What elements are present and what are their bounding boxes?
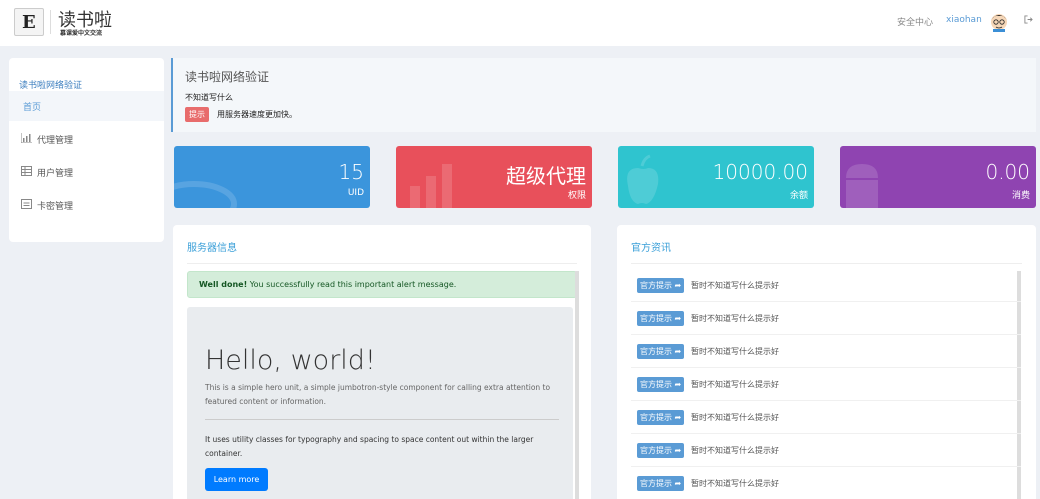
news-panel: 官方资讯 官方提示 ➦ 暂时不知道写什么提示好 官方提示 ➦ 暂时不知道写什么提示好…	[617, 225, 1036, 499]
sidebar-item-users[interactable]: 用户管理	[9, 157, 164, 187]
notice-title: 读书啦网络验证	[185, 70, 270, 84]
server-info-panel: 服务器信息 Well done! You successfully read t…	[173, 225, 591, 499]
jumbo-heading: Hello, world!	[205, 345, 376, 376]
logo-letter: E	[22, 12, 36, 33]
bar-chart-icon	[21, 133, 32, 143]
avatar[interactable]	[988, 10, 1010, 32]
news-text: 暂时不知道写什么提示好	[691, 413, 779, 422]
stat-card-balance: 10000.00 余额	[618, 146, 814, 208]
stat-label: 余额	[789, 191, 808, 201]
sidebar-item-cards[interactable]: 卡密管理	[9, 190, 164, 220]
news-tag: 官方提示 ➦	[637, 278, 685, 293]
stat-card-uid: 15 UID	[174, 146, 370, 208]
jumbo-divider	[205, 419, 559, 420]
news-item[interactable]: 官方提示 ➦ 暂时不知道写什么提示好	[631, 467, 1021, 499]
table-icon	[21, 166, 32, 176]
stat-value: 10000.00	[712, 160, 808, 184]
news-text: 暂时不知道写什么提示好	[691, 281, 779, 290]
sidebar-title: 读书啦网络验证	[19, 81, 83, 91]
notice-banner: 读书啦网络验证 不知道写什么 提示 用服务器速度更加快。	[171, 58, 1036, 132]
notice-line: 不知道写什么	[185, 93, 233, 102]
news-tag: 官方提示 ➦	[637, 377, 685, 392]
top-header: E 读书啦 慕课爱中文交流 安全中心 xiaohan	[0, 0, 1040, 46]
panel-divider	[187, 263, 577, 264]
learn-more-button[interactable]: Learn more	[205, 468, 268, 491]
jumbotron: Hello, world! This is a simple hero unit…	[187, 307, 573, 499]
news-tag: 官方提示 ➦	[637, 443, 685, 458]
sidebar-item-proxy[interactable]: 代理管理	[9, 124, 164, 154]
sidebar-item-label: 卡密管理	[37, 202, 74, 212]
notice-tag: 提示	[185, 107, 209, 122]
alert-strong: Well done!	[199, 280, 248, 289]
scrollbar[interactable]	[575, 271, 579, 499]
panel-title: 官方资讯	[631, 243, 671, 254]
news-text: 暂时不知道写什么提示好	[691, 380, 779, 389]
stat-label: 消费	[1011, 191, 1030, 201]
alert-text: You successfully read this important ale…	[247, 280, 457, 289]
jumbo-lead: This is a simple hero unit, a simple jum…	[205, 383, 551, 406]
news-item[interactable]: 官方提示 ➦ 暂时不知道写什么提示好	[631, 335, 1021, 368]
stat-card-spend: 0.00 消费	[840, 146, 1036, 208]
stat-value: 0.00	[985, 160, 1030, 184]
notice-text: 用服务器速度更加快。	[217, 110, 297, 119]
news-item[interactable]: 官方提示 ➦ 暂时不知道写什么提示好	[631, 434, 1021, 467]
sidebar-item-label: 首页	[23, 103, 42, 113]
sidebar-item-home[interactable]: 首页	[9, 91, 164, 121]
sidebar-item-label: 代理管理	[37, 136, 74, 146]
stat-card-permission: 超级代理 权限	[396, 146, 592, 208]
news-tag: 官方提示 ➦	[637, 476, 685, 491]
sidebar: 读书啦网络验证 首页 代理管理 用户管理 卡密管理	[9, 58, 164, 242]
stat-value: 15	[338, 160, 364, 184]
news-text: 暂时不知道写什么提示好	[691, 446, 779, 455]
news-item[interactable]: 官方提示 ➦ 暂时不知道写什么提示好	[631, 401, 1021, 434]
stat-label: 权限	[567, 191, 586, 201]
panel-title: 服务器信息	[187, 243, 237, 254]
stat-label: UID	[347, 188, 364, 198]
username-link[interactable]: xiaohan	[946, 15, 982, 25]
news-tag: 官方提示 ➦	[637, 344, 685, 359]
sidebar-item-label: 用户管理	[37, 169, 74, 179]
security-center-link[interactable]: 安全中心	[897, 15, 933, 28]
site-subtitle: 慕课爱中文交流	[60, 30, 103, 37]
news-item[interactable]: 官方提示 ➦ 暂时不知道写什么提示好	[631, 269, 1021, 302]
logo-icon[interactable]: E	[14, 8, 44, 36]
jumbo-body: It uses utility classes for typography a…	[205, 435, 534, 458]
news-text: 暂时不知道写什么提示好	[691, 347, 779, 356]
news-text: 暂时不知道写什么提示好	[691, 314, 779, 323]
card-icon	[21, 199, 32, 209]
logout-icon[interactable]	[1024, 15, 1033, 27]
stat-value: 超级代理	[506, 164, 586, 188]
news-tag: 官方提示 ➦	[637, 311, 685, 326]
news-text: 暂时不知道写什么提示好	[691, 479, 779, 488]
panel-divider	[631, 263, 1022, 264]
news-item[interactable]: 官方提示 ➦ 暂时不知道写什么提示好	[631, 302, 1021, 335]
success-alert: Well done! You successfully read this im…	[187, 271, 577, 298]
news-item[interactable]: 官方提示 ➦ 暂时不知道写什么提示好	[631, 368, 1021, 401]
news-tag: 官方提示 ➦	[637, 410, 685, 425]
logo-divider	[50, 10, 51, 34]
